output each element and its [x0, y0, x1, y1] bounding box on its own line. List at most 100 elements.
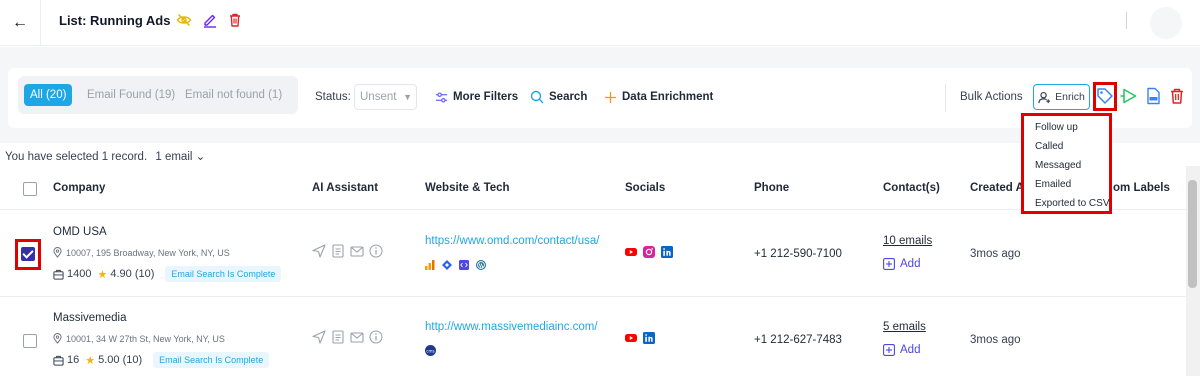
- send-play-icon[interactable]: [1120, 87, 1138, 105]
- table-row: OMD USA 10007, 195 Broadway, New York, N…: [0, 211, 1186, 297]
- menu-item-exported-to-csv[interactable]: Exported to CSV: [1024, 194, 1109, 213]
- select-all-checkbox[interactable]: [23, 182, 37, 196]
- table-header: Company AI Assistant Website & Tech Soci…: [0, 166, 1186, 210]
- linkedin-icon[interactable]: [643, 332, 655, 344]
- ai-assistant-actions: [312, 244, 383, 258]
- user-avatar[interactable]: [1150, 7, 1182, 39]
- mail-icon[interactable]: [350, 330, 364, 344]
- employees-icon: [53, 269, 64, 280]
- search-label: Search: [549, 91, 588, 103]
- send-icon[interactable]: [312, 330, 326, 344]
- status-label: Status:: [315, 91, 351, 103]
- add-contact-button[interactable]: Add: [883, 344, 920, 356]
- tech-stack: [425, 260, 486, 270]
- tech-stack: cms: [425, 345, 436, 356]
- info-icon[interactable]: [369, 244, 383, 258]
- analytics-bars-icon: [425, 260, 435, 270]
- enrich-button[interactable]: Enrich: [1033, 84, 1090, 110]
- address-text: 10007, 195 Broadway, New York, NY, US: [66, 247, 230, 258]
- mail-icon[interactable]: [350, 244, 364, 258]
- employee-count: 1400: [67, 268, 92, 280]
- more-filters-button[interactable]: More Filters: [435, 89, 518, 105]
- selection-summary: You have selected 1 record. 1 email ⌄: [5, 149, 205, 163]
- column-company: Company: [53, 182, 106, 194]
- star-icon: ★: [85, 354, 96, 367]
- scrollbar-thumb[interactable]: [1188, 180, 1197, 288]
- website-link[interactable]: https://www.omd.com/contact/usa/: [425, 235, 600, 247]
- company-meta: 1400 ★ 4.90 (10) Email Search Is Complet…: [53, 266, 282, 282]
- eye-slash-icon[interactable]: [176, 12, 192, 28]
- instagram-icon[interactable]: [643, 246, 655, 258]
- filter-divider: [945, 84, 946, 112]
- search-icon: [530, 90, 544, 104]
- rating: 4.90 (10): [110, 268, 155, 280]
- tab-email-found[interactable]: Email Found (19): [87, 84, 175, 106]
- company-address: 10001, 34 W 27th St, New York, NY, US: [53, 333, 225, 344]
- address-text: 10001, 34 W 27th St, New York, NY, US: [66, 333, 225, 344]
- chevron-down-icon: ⌄: [195, 151, 206, 163]
- add-square-icon: [883, 258, 895, 270]
- code-icon: [459, 260, 469, 270]
- column-website-tech: Website & Tech: [425, 182, 510, 194]
- row-checkbox[interactable]: [23, 334, 37, 348]
- sliders-icon: [435, 91, 448, 103]
- tab-all[interactable]: All (20): [24, 84, 73, 106]
- company-name[interactable]: Massivemedia: [53, 312, 127, 324]
- send-icon[interactable]: [312, 244, 326, 258]
- emails-link[interactable]: 5 emails: [883, 321, 926, 333]
- delete-trash-icon[interactable]: [227, 12, 243, 28]
- email-count-dropdown[interactable]: 1 email ⌄: [155, 151, 205, 163]
- column-custom-labels: om Labels: [1113, 182, 1170, 194]
- document-icon[interactable]: [331, 330, 345, 344]
- info-icon[interactable]: [369, 330, 383, 344]
- column-created-at: Created A: [970, 182, 1024, 194]
- edit-pencil-icon[interactable]: [202, 12, 218, 28]
- data-enrichment-label: Data Enrichment: [622, 91, 714, 103]
- page-title: List: Running Ads: [59, 13, 171, 28]
- employees-icon: [53, 355, 64, 366]
- menu-item-called[interactable]: Called: [1024, 137, 1109, 156]
- top-header: ← List: Running Ads: [0, 0, 1200, 46]
- bulk-delete-icon[interactable]: [1168, 87, 1186, 105]
- tag-icon[interactable]: [1096, 87, 1114, 105]
- wordpress-icon: [476, 260, 486, 270]
- more-filters-label: More Filters: [453, 91, 519, 103]
- linkedin-icon[interactable]: [661, 246, 673, 258]
- employee-count: 16: [67, 354, 80, 366]
- company-name[interactable]: OMD USA: [53, 226, 107, 238]
- back-arrow-icon[interactable]: ←: [0, 0, 41, 46]
- cms-badge-icon: cms: [425, 345, 436, 356]
- menu-item-messaged[interactable]: Messaged: [1024, 156, 1109, 175]
- youtube-icon[interactable]: [625, 246, 637, 258]
- csv-file-icon[interactable]: [1144, 87, 1162, 105]
- document-icon[interactable]: [331, 244, 345, 258]
- tag-dropdown-menu: Follow up Called Messaged Emailed Export…: [1021, 113, 1112, 214]
- tab-email-not-found[interactable]: Email not found (1): [185, 84, 282, 106]
- filter-band: All (20) Email Found (19) Email not foun…: [0, 47, 1200, 143]
- add-contact-button[interactable]: Add: [883, 258, 920, 270]
- status-badge: Email Search Is Complete: [165, 266, 282, 282]
- status-select[interactable]: Unsent ▼: [354, 84, 417, 110]
- rating: 5.00 (10): [98, 354, 143, 366]
- star-icon: ★: [97, 268, 108, 281]
- created-at: 3mos ago: [970, 248, 1021, 260]
- menu-item-follow-up[interactable]: Follow up: [1024, 118, 1109, 137]
- status-value: Unsent: [360, 91, 397, 103]
- social-links: [625, 246, 673, 258]
- company-meta: 16 ★ 5.00 (10) Email Search Is Complete: [53, 352, 270, 368]
- add-label: Add: [900, 344, 921, 356]
- bulk-actions-label: Bulk Actions: [960, 91, 1023, 103]
- add-square-icon: [883, 344, 895, 356]
- ai-assistant-actions: [312, 330, 383, 344]
- search-button[interactable]: Search: [530, 89, 587, 105]
- add-label: Add: [900, 258, 921, 270]
- enrich-label: Enrich: [1055, 91, 1085, 103]
- menu-item-emailed[interactable]: Emailed: [1024, 175, 1109, 194]
- website-link[interactable]: http://www.massivemediainc.com/: [425, 321, 598, 333]
- emails-link[interactable]: 10 emails: [883, 235, 932, 247]
- data-enrichment-button[interactable]: Data Enrichment: [604, 89, 713, 105]
- row-checkbox[interactable]: [21, 247, 35, 261]
- chevron-down-icon: ▼: [403, 92, 412, 102]
- youtube-icon[interactable]: [625, 332, 637, 344]
- email-filter-tabs: All (20) Email Found (19) Email not foun…: [18, 76, 298, 114]
